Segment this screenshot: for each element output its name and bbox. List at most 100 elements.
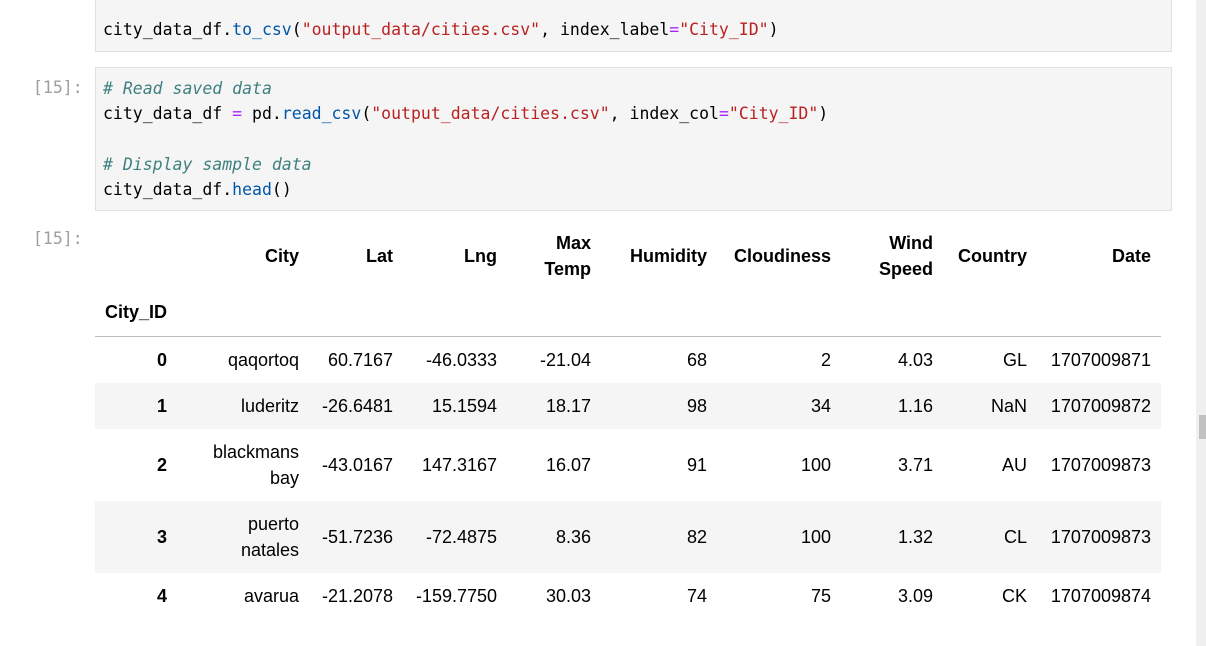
- code-token: to_csv: [232, 20, 292, 39]
- cell-max-temp: 30.03: [545, 585, 592, 606]
- cell-country: CL: [943, 501, 1038, 573]
- cell-max-temp: 8.36: [507, 501, 602, 573]
- cell-cloudiness: 34: [717, 383, 842, 429]
- code-token: read_csv: [281, 104, 362, 123]
- code-comment: # Display sample data: [103, 155, 312, 174]
- column-header-cloudiness: Cloudiness: [734, 246, 832, 266]
- table-row: 3 puerto natales -51.7236 -72.4875 8.36 …: [95, 501, 1162, 573]
- row-index: 4: [157, 585, 168, 606]
- cell-date: 1707009874: [1050, 585, 1152, 606]
- cell-wind-speed: 1.32: [841, 501, 944, 573]
- index-corner: [95, 224, 177, 288]
- cell-humidity: 68: [686, 349, 708, 370]
- index-name: City_ID: [95, 288, 178, 337]
- vertical-scrollbar[interactable]: [1196, 0, 1206, 646]
- cell-city: luderitz: [177, 383, 310, 429]
- column-header-date: Date: [1112, 246, 1152, 266]
- empty-header: [841, 288, 944, 337]
- code-token: city_data_df.: [103, 20, 233, 39]
- code-token: city_data_df.: [103, 180, 233, 199]
- table-row: 4 avarua -21.2078 -159.7750 30.03 74 75 …: [95, 573, 1161, 619]
- cell-date: 1707009872: [1037, 383, 1162, 429]
- code-token: ): [768, 20, 779, 39]
- cell-country: CK: [1002, 585, 1028, 606]
- cell-date: 1707009873: [1050, 455, 1152, 475]
- cell-max-temp: 16.07: [545, 455, 592, 475]
- cell-humidity: 74: [686, 585, 708, 606]
- header-label: Max Temp: [544, 233, 592, 279]
- code-token: "output_data/cities.csv": [371, 104, 610, 123]
- empty-header: [943, 288, 1038, 337]
- dataframe-table: City Lat Lng Max Temp Humidity Cloudines…: [95, 224, 1162, 619]
- code-token: , index_col: [609, 104, 719, 123]
- scrollbar-thumb[interactable]: [1199, 415, 1206, 439]
- cell-lat: -51.7236: [309, 501, 404, 573]
- column-header-wind-speed: Wind Speed: [841, 224, 943, 288]
- column-header-lat: Lat: [366, 246, 394, 266]
- cell-wind-speed: 4.03: [897, 349, 934, 370]
- cell-humidity: 91: [686, 455, 708, 475]
- row-index: 3: [95, 501, 178, 573]
- code-cell-15[interactable]: # Read saved data city_data_df = pd.read…: [95, 67, 1172, 211]
- cell-lng: -72.4875: [403, 501, 508, 573]
- cell-lng: 15.1594: [403, 383, 508, 429]
- cell-date: 1707009871: [1050, 349, 1152, 370]
- empty-header: [177, 288, 310, 337]
- empty-header: [1037, 288, 1162, 337]
- cell-max-temp: -21.04: [539, 349, 592, 370]
- table-index-name-row: City_ID: [95, 288, 1162, 337]
- output-prompt: [15]:: [33, 229, 83, 248]
- cell-lat: -43.0167: [321, 455, 394, 475]
- code-token: "City_ID": [679, 20, 769, 39]
- row-index: 1: [95, 383, 178, 429]
- code-token: (): [271, 180, 292, 199]
- cell-city: puerto natales: [177, 501, 310, 573]
- city-label: puerto natales: [240, 514, 300, 560]
- cell-lng: 147.3167: [421, 455, 498, 475]
- cell-city: blackmans bay: [177, 429, 309, 501]
- cell-country: NaN: [943, 383, 1038, 429]
- code-cell-top[interactable]: city_data_df.to_csv("output_data/cities.…: [95, 0, 1172, 52]
- code-token: =: [232, 104, 243, 123]
- table-row: 2 blackmans bay -43.0167 147.3167 16.07 …: [95, 429, 1161, 501]
- cell-city: avarua: [243, 585, 300, 606]
- cell-wind-speed: 3.71: [897, 455, 934, 475]
- code-token: "City_ID": [728, 104, 819, 123]
- column-header-country: Country: [958, 246, 1028, 266]
- table-row: 1 luderitz -26.6481 15.1594 18.17 98 34 …: [95, 383, 1162, 429]
- empty-header: [403, 288, 508, 337]
- cell-cloudiness: 100: [800, 455, 832, 475]
- cell-humidity: 82: [601, 501, 718, 573]
- empty-header: [717, 288, 842, 337]
- row-index: 0: [157, 349, 168, 370]
- code-line: city_data_df.to_csv("output_data/cities.…: [103, 19, 779, 41]
- code-comment: # Read saved data: [103, 79, 272, 98]
- cell-cloudiness: 75: [810, 585, 832, 606]
- code-token: pd.: [242, 104, 282, 123]
- cell-lat: -26.6481: [309, 383, 404, 429]
- cell-wind-speed: 1.16: [841, 383, 944, 429]
- cell-humidity: 98: [601, 383, 718, 429]
- code-token: , index_label: [540, 20, 670, 39]
- cell-max-temp: 18.17: [507, 383, 602, 429]
- code-line: city_data_df.head(): [103, 179, 292, 201]
- header-label: Wind Speed: [878, 233, 934, 279]
- cell-date: 1707009873: [1037, 501, 1162, 573]
- cell-wind-speed: 3.09: [897, 585, 934, 606]
- column-header-city: City: [265, 246, 300, 266]
- column-header-humidity: Humidity: [630, 246, 708, 266]
- code-line: city_data_df = pd.read_csv("output_data/…: [103, 103, 828, 125]
- cell-country: GL: [1003, 349, 1028, 370]
- code-token: city_data_df: [103, 104, 233, 123]
- empty-header: [601, 288, 718, 337]
- cell-lng: -46.0333: [425, 349, 498, 370]
- cell-lng: -159.7750: [415, 585, 498, 606]
- code-token: "output_data/cities.csv": [301, 20, 541, 39]
- cell-lat: -21.2078: [321, 585, 394, 606]
- code-token: (: [291, 20, 302, 39]
- input-prompt: [15]:: [33, 78, 83, 97]
- code-token: ): [818, 104, 829, 123]
- table-header-row: City Lat Lng Max Temp Humidity Cloudines…: [95, 224, 1161, 288]
- cell-country: AU: [1002, 455, 1028, 475]
- empty-header: [507, 288, 602, 337]
